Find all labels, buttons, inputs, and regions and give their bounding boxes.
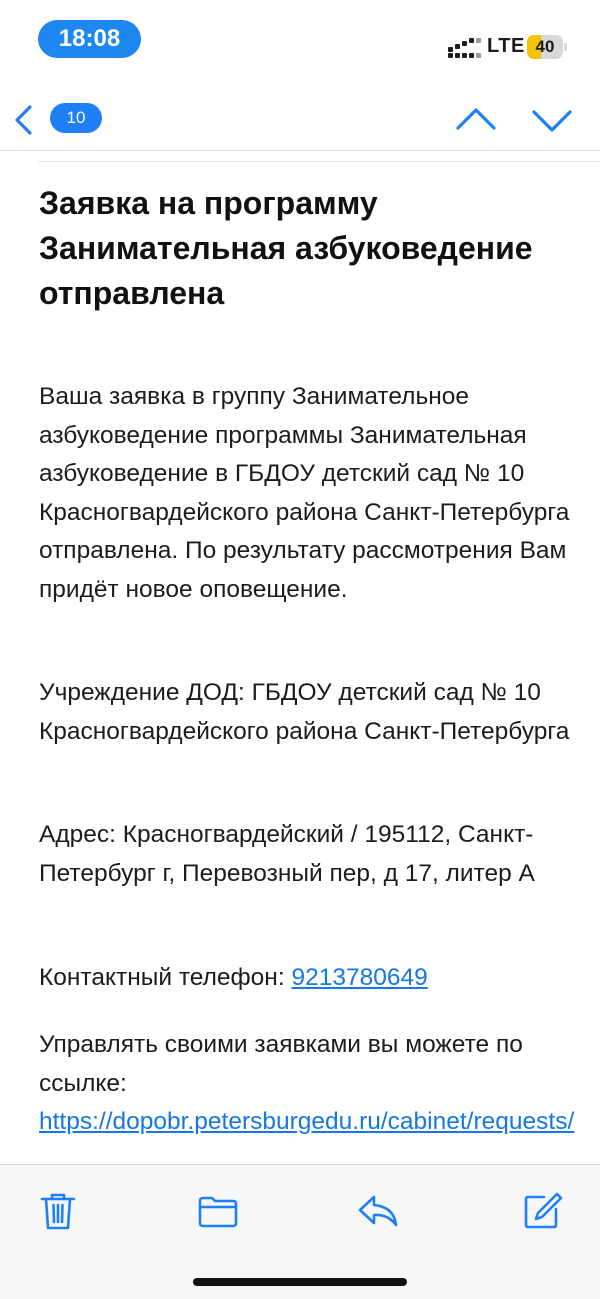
phone-link[interactable]: 9213780649 (291, 964, 427, 991)
trash-icon (40, 1193, 76, 1230)
header-divider (38, 161, 600, 162)
chevron-down-icon (532, 110, 572, 132)
message-subject: Заявка на программу Занимательная азбуко… (39, 185, 533, 311)
unread-count-badge: 10 (50, 103, 102, 133)
compose-button[interactable] (520, 1189, 564, 1233)
status-time[interactable]: 18:08 (38, 20, 141, 58)
next-message-button[interactable] (530, 100, 574, 140)
bottom-toolbar (0, 1164, 600, 1299)
message-body[interactable]: Заявка на программу Занимательная азбуко… (0, 151, 600, 1164)
manage-label: Управлять своими заявками вы можете по с… (39, 1031, 523, 1097)
delete-button[interactable] (36, 1189, 80, 1233)
chevron-up-icon (456, 108, 496, 130)
body-paragraph-request: Ваша заявка в группу Занимательное азбук… (39, 383, 570, 603)
previous-message-button[interactable] (454, 100, 498, 140)
cabinet-link[interactable]: https://dopobr.petersburgedu.ru/cabinet/… (39, 1108, 574, 1135)
network-type: LTE (487, 35, 525, 57)
battery-cap (564, 43, 567, 51)
move-to-folder-button[interactable] (196, 1189, 240, 1233)
battery-level: 40 (535, 37, 555, 56)
phone-label: Контактный телефон: (39, 964, 292, 991)
compose-icon (524, 1192, 563, 1229)
status-bar: 18:08 LTE 40 (0, 0, 600, 90)
body-paragraph-phone: Контактный телефон: 9213780649 (39, 959, 584, 998)
battery-icon: 40 (527, 35, 563, 59)
reply-icon (358, 1195, 398, 1227)
body-paragraph-institution: Учреждение ДОД: ГБДОУ детский сад № 10 К… (39, 679, 570, 745)
body-paragraph-address: Адрес: Красногвардейский / 195112, Санкт… (39, 821, 535, 887)
folder-icon (198, 1196, 238, 1228)
home-indicator[interactable] (193, 1278, 407, 1286)
reply-button[interactable] (356, 1189, 400, 1233)
cellular-signal-icon (448, 38, 482, 58)
body-paragraph-manage: Управлять своими заявками вы можете по с… (39, 1026, 584, 1142)
chevron-left-icon (15, 105, 32, 135)
back-button[interactable]: 10 (12, 98, 102, 144)
mail-nav-bar: 10 (0, 90, 600, 151)
